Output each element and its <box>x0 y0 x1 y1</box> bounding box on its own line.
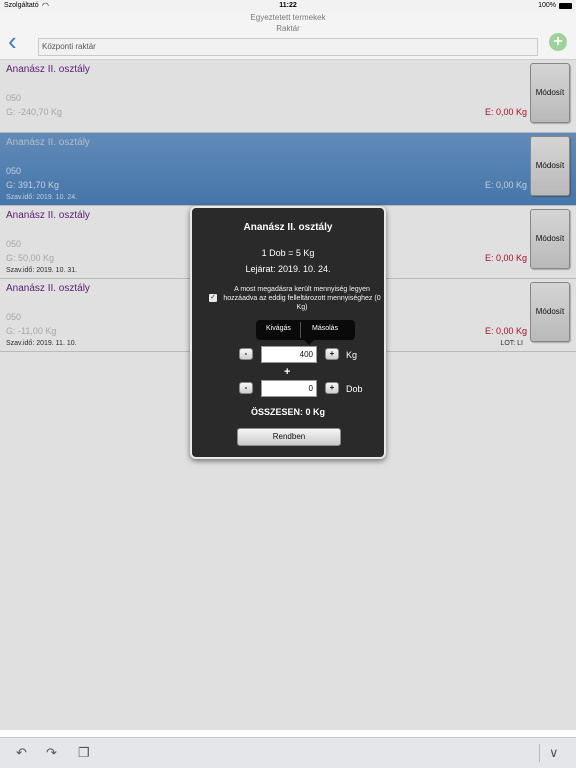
expiry-label: Lejárat: 2019. 10. 24. <box>245 264 331 274</box>
plus-circle-icon: + <box>553 33 563 50</box>
warehouse-field[interactable]: Központi raktár <box>38 38 538 56</box>
popup-title: Ananász II. osztály <box>243 222 333 233</box>
quantity-popup: Ananász II. osztály 1 Dob = 5 Kg Lejárat… <box>190 206 386 459</box>
battery-percent: 100% <box>538 2 556 9</box>
chevron-left-icon: ‹ <box>8 26 17 56</box>
redo-icon[interactable]: ↷ <box>46 745 57 761</box>
toolbar-divider <box>539 744 540 762</box>
dob-unit-label: Dob <box>346 384 363 394</box>
status-bar: Szolgáltató ◠ 11:22 100% <box>0 0 576 12</box>
keyboard-toolbar: ↶ ↷ ❐ ∨ <box>0 737 576 768</box>
add-to-existing-checkbox[interactable]: ✓ <box>209 294 217 302</box>
total-label: ÖSSZESEN: 0 Kg <box>250 407 325 417</box>
copy-menu-item[interactable]: Másolás <box>312 325 338 332</box>
kg-unit-label: Kg <box>346 350 358 360</box>
clock: 11:22 <box>279 2 297 9</box>
back-button[interactable]: ‹ <box>8 28 28 54</box>
battery-icon <box>559 3 572 9</box>
ok-button[interactable]: Rendben <box>237 428 341 446</box>
dob-input[interactable]: 0 <box>261 380 317 397</box>
menu-pointer <box>304 340 314 345</box>
checkmark-icon: ✓ <box>210 294 216 301</box>
kg-decrement-button[interactable]: - <box>239 348 253 360</box>
clipboard-icon[interactable]: ❐ <box>78 745 90 761</box>
page-subtitle: Raktár <box>276 24 300 33</box>
plus-sign: + <box>284 366 291 378</box>
kg-increment-button[interactable]: + <box>325 348 339 360</box>
header: Egyeztetett termekek Raktár ‹ Központi r… <box>0 12 576 60</box>
page-title: Egyeztetett termekek <box>250 13 326 22</box>
undo-icon[interactable]: ↶ <box>16 745 27 761</box>
edit-menu: Kivágás Másolás <box>256 320 355 345</box>
dob-decrement-button[interactable]: - <box>239 382 253 394</box>
chevron-down-icon[interactable]: ∨ <box>549 745 559 761</box>
dob-increment-button[interactable]: + <box>325 382 339 394</box>
cut-menu-item[interactable]: Kivágás <box>266 325 291 332</box>
add-to-existing-label: A most megadásra került mennyiség legyen… <box>223 286 381 311</box>
kg-input[interactable]: 400 <box>261 346 317 363</box>
menu-divider <box>300 322 301 338</box>
unit-ratio: 1 Dob = 5 Kg <box>261 248 315 258</box>
add-button[interactable]: + <box>549 33 567 51</box>
